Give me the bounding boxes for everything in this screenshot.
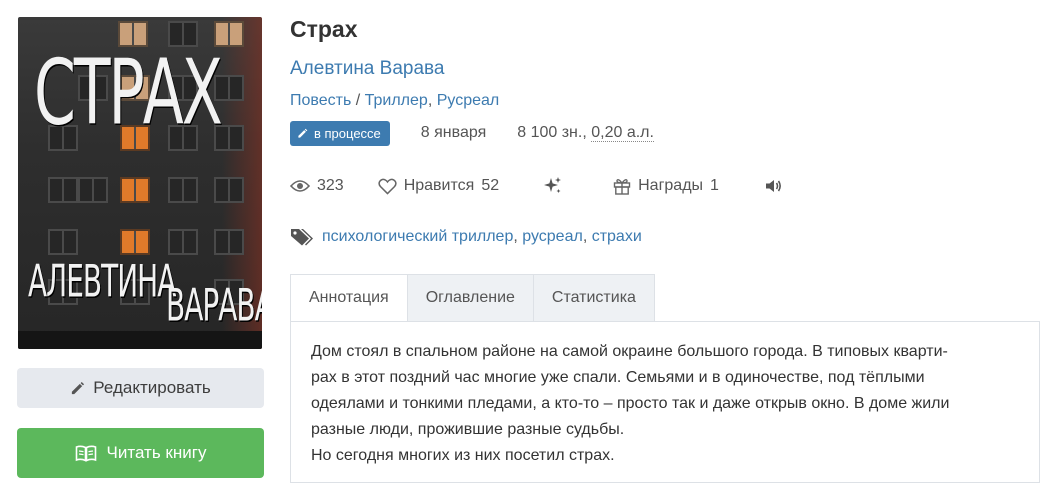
speaker-icon	[765, 178, 783, 194]
annotation-line: одеялами и тонкими пледами, а кто-то – п…	[311, 395, 950, 412]
cover-window	[48, 229, 78, 255]
form-link[interactable]: Повесть	[290, 92, 351, 109]
tab-contents[interactable]: Оглавление	[407, 274, 534, 322]
eye-icon	[290, 179, 310, 193]
sparkles-button[interactable]	[543, 176, 563, 196]
author-link[interactable]: Алевтина Варава	[290, 58, 444, 80]
read-book-label: Читать книгу	[106, 443, 207, 462]
book-cover[interactable]: СТРАХ АЛЕВТИНА ВАРАВА	[18, 17, 262, 349]
book-size-al[interactable]: 0,20 а.л.	[591, 124, 654, 142]
comma: ,	[427, 92, 437, 109]
annotation-line: разные люди, прожившие разные судьбы.	[311, 421, 625, 438]
tag-links: психологический триллер, русреал, страхи	[322, 228, 642, 246]
cover-window	[120, 229, 150, 255]
gift-icon	[613, 177, 631, 195]
tags-row: психологический триллер, русреал, страхи	[290, 225, 642, 249]
tag-link[interactable]: страхи	[592, 228, 642, 245]
cover-window	[120, 177, 150, 203]
status-badge: в процессе	[290, 120, 390, 146]
tab-annotation[interactable]: Аннотация	[290, 274, 408, 322]
like-button[interactable]: Нравится 52	[378, 177, 499, 195]
views-count: 323	[317, 177, 344, 194]
open-book-icon	[75, 445, 97, 462]
tags-icon	[290, 227, 314, 247]
cover-window	[48, 177, 78, 203]
book-size-chars: 8 100 зн.,	[517, 124, 587, 141]
update-date: 8 января	[420, 124, 487, 141]
tabs: Аннотация Оглавление Статистика	[290, 274, 655, 322]
stats-row: 323 Нравится 52 Награды 1	[290, 174, 783, 198]
cover-window	[78, 177, 108, 203]
annotation-line: рах в этот поздний час многие уже спали.…	[311, 369, 925, 386]
book-size: 8 100 зн., 0,20 а.л.	[517, 124, 654, 142]
heart-icon	[378, 178, 397, 195]
genre-link-thriller[interactable]: Триллер	[365, 92, 428, 109]
cover-window	[168, 177, 198, 203]
cover-ground	[18, 331, 262, 349]
awards-count: 1	[710, 177, 719, 194]
tag-link[interactable]: русреал	[522, 228, 583, 245]
cover-window	[214, 229, 244, 255]
status-badge-label: в процессе	[314, 125, 381, 141]
annotation-line: Дом стоял в спальном районе на самой окр…	[311, 343, 948, 360]
cover-title: СТРАХ	[34, 41, 223, 146]
sparkles-icon	[543, 176, 563, 196]
book-meta: в процессе 8 января 8 100 зн., 0,20 а.л.	[290, 120, 654, 146]
cover-window	[214, 177, 244, 203]
likes-count: 52	[481, 177, 500, 194]
cover-window	[168, 229, 198, 255]
pencil-icon	[297, 128, 308, 139]
cover-author-first: АЛЕВТИНА	[28, 255, 176, 308]
genre-link-rusreal[interactable]: Русреал	[437, 92, 500, 109]
tab-statistics[interactable]: Статистика	[533, 274, 655, 322]
edit-button[interactable]: Редактировать	[17, 368, 264, 408]
read-book-button[interactable]: Читать книгу	[17, 428, 264, 478]
comma: ,	[513, 228, 523, 245]
comma: ,	[582, 228, 592, 245]
tag-link[interactable]: психологический триллер	[322, 228, 513, 245]
cover-author-last: ВАРАВА	[166, 279, 262, 332]
likes-label: Нравится	[403, 177, 475, 194]
pencil-icon	[70, 381, 85, 396]
book-title: Страх	[290, 16, 358, 42]
awards-button[interactable]: Награды 1	[613, 177, 719, 195]
audio-button[interactable]	[765, 178, 783, 194]
genre-line: Повесть / Триллер, Русреал	[290, 92, 499, 110]
annotation-line: Но сегодня многих из них посетил страх.	[311, 447, 615, 464]
separator: /	[351, 92, 365, 109]
views-stat: 323	[290, 177, 344, 195]
annotation-panel: Дом стоял в спальном районе на самой окр…	[290, 321, 1040, 483]
awards-label: Награды	[638, 177, 704, 194]
edit-button-label: Редактировать	[93, 378, 211, 397]
